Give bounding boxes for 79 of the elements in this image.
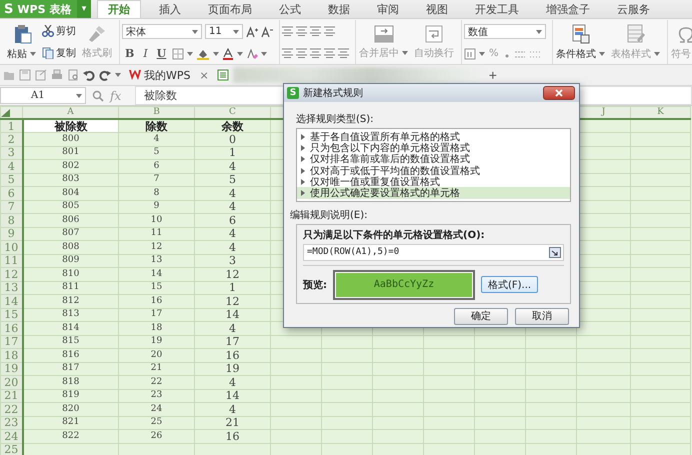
table-cell: 0	[194, 132, 270, 146]
table-cell: 1	[194, 281, 270, 294]
table-cell: 14	[194, 389, 270, 402]
table-cell: 4	[194, 200, 270, 214]
table-cell: 25	[118, 416, 194, 430]
table-cell: 4	[118, 132, 194, 146]
table-cell: 5	[194, 173, 270, 186]
table-cell: 17	[118, 308, 194, 322]
edit-rule-label: 编辑规则说明(E):	[290, 208, 368, 222]
table-cell: 814	[22, 322, 118, 335]
table-cell: 20	[118, 348, 194, 362]
table-cell: 除数	[118, 119, 194, 132]
app-icon: S	[287, 87, 299, 99]
table-cell: 3	[194, 254, 270, 268]
table-cell: 24	[118, 402, 194, 416]
table-cell: 13	[118, 254, 194, 268]
table-cell: 4	[194, 160, 270, 173]
table-cell: 4	[194, 240, 270, 254]
table-cell: 803	[22, 173, 118, 186]
table-cell: 5	[118, 146, 194, 160]
table-cell: 12	[118, 240, 194, 254]
table-cell: 余数	[194, 119, 270, 132]
table-cell: 12	[194, 294, 270, 308]
table-cell: 11	[118, 227, 194, 240]
table-cell: 805	[22, 200, 118, 214]
table-cell: 23	[118, 389, 194, 402]
table-cell: 18	[118, 322, 194, 335]
table-cell: 19	[118, 335, 194, 348]
table-cell: 4	[194, 376, 270, 389]
table-cell: 809	[22, 254, 118, 268]
table-cell: 4	[194, 186, 270, 200]
table-cell: 822	[22, 430, 118, 443]
table-cell: 813	[22, 308, 118, 322]
table-cell: 6	[118, 160, 194, 173]
table-cell: 14	[194, 308, 270, 322]
dialog-title: 新建格式规则	[303, 86, 363, 100]
table-cell: 4	[194, 322, 270, 335]
table-cell: 817	[22, 362, 118, 376]
table-cell: 14	[118, 268, 194, 281]
table-cell: 804	[22, 186, 118, 200]
table-cell: 21	[194, 416, 270, 430]
table-cell: 7	[118, 173, 194, 186]
table-cell: 800	[22, 132, 118, 146]
table-cell: 21	[118, 362, 194, 376]
table-cell: 19	[194, 362, 270, 376]
table-cell: 6	[194, 214, 270, 227]
table-cell: 8	[118, 186, 194, 200]
table-cell: 812	[22, 294, 118, 308]
table-cell: 806	[22, 214, 118, 227]
table-cell: 801	[22, 146, 118, 160]
table-cell: 819	[22, 389, 118, 402]
table-cell: 9	[118, 200, 194, 214]
table-cell: 810	[22, 268, 118, 281]
table-cell: 12	[194, 268, 270, 281]
table-cell: 16	[194, 430, 270, 443]
table-cell: 818	[22, 376, 118, 389]
table-cell: 4	[194, 402, 270, 416]
table-cell: 815	[22, 335, 118, 348]
table-cell: 821	[22, 416, 118, 430]
format-preview: AaBbCcYyZz	[333, 270, 475, 300]
table-cell: 16	[118, 294, 194, 308]
table-cell: 16	[194, 348, 270, 362]
table-cell: 808	[22, 240, 118, 254]
table-cell: 10	[118, 214, 194, 227]
table-cell: 820	[22, 402, 118, 416]
rule-type-label: 选择规则类型(S):	[296, 112, 375, 126]
table-cell: 802	[22, 160, 118, 173]
table-cell: 816	[22, 348, 118, 362]
table-cell: 22	[118, 376, 194, 389]
table-cell: 26	[118, 430, 194, 443]
table-cell: 4	[194, 227, 270, 240]
table-cell: 807	[22, 227, 118, 240]
table-cell: 17	[194, 335, 270, 348]
table-cell: 1	[194, 146, 270, 160]
table-cell: 15	[118, 281, 194, 294]
preview-label: 预览:	[303, 278, 327, 292]
condition-label: 只为满足以下条件的单元格设置格式(O):	[303, 228, 486, 242]
table-cell: 被除数	[22, 119, 118, 132]
table-cell: 811	[22, 281, 118, 294]
